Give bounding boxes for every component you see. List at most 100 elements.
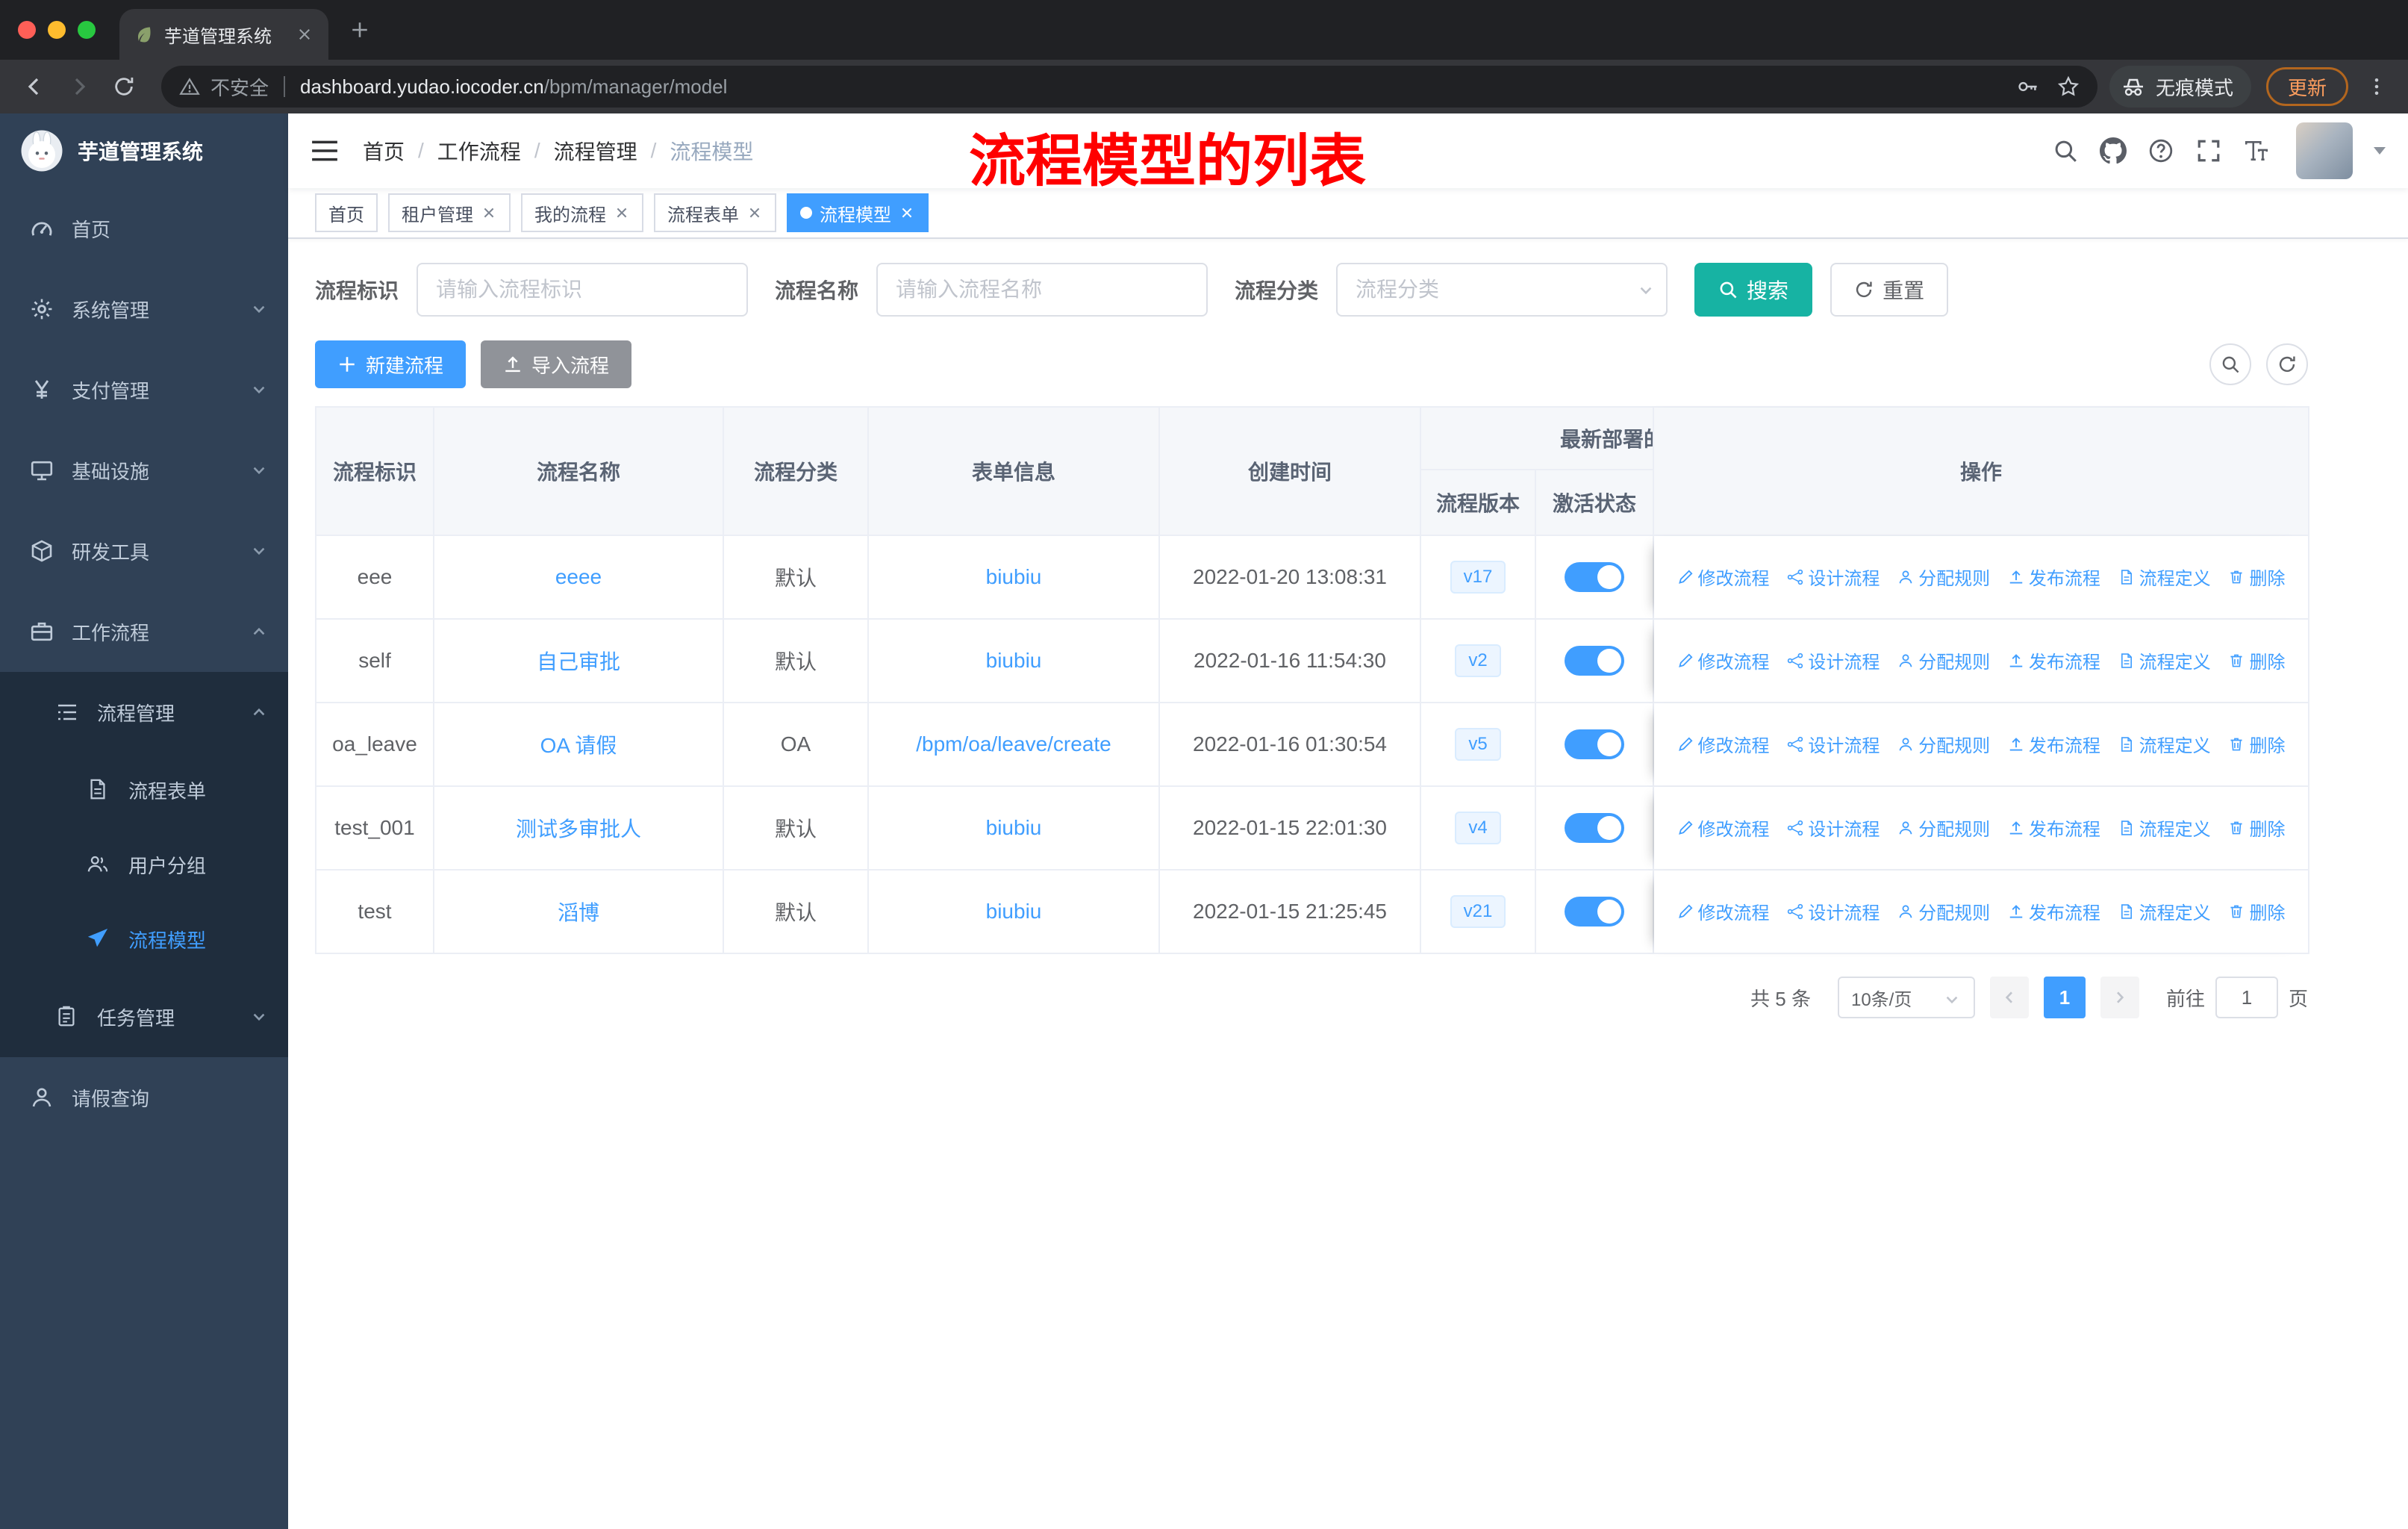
sidebar-item-process-form[interactable]: 流程表单	[0, 753, 288, 827]
action-delete-link[interactable]: 删除	[2228, 564, 2285, 590]
close-icon[interactable]	[899, 205, 915, 221]
action-delete-link[interactable]: 删除	[2228, 898, 2285, 924]
back-icon[interactable]	[15, 67, 54, 106]
action-publish-link[interactable]: 发布流程	[2008, 647, 2100, 673]
version-tag[interactable]: v4	[1455, 812, 1501, 844]
browser-tab[interactable]: 芋道管理系统	[119, 9, 328, 60]
version-tag[interactable]: v2	[1455, 644, 1501, 677]
font-size-icon[interactable]	[2241, 135, 2272, 166]
tag-process-form[interactable]: 流程表单	[654, 193, 776, 232]
process-name-link[interactable]: 测试多审批人	[434, 787, 724, 871]
active-toggle[interactable]	[1565, 646, 1624, 676]
refresh-table-button[interactable]	[2266, 343, 2308, 385]
version-tag[interactable]: v5	[1455, 728, 1501, 761]
category-select[interactable]	[1336, 263, 1668, 317]
tag-process-model[interactable]: 流程模型	[787, 193, 929, 232]
action-design-link[interactable]: 设计流程	[1787, 647, 1880, 673]
new-tab-button[interactable]	[343, 13, 376, 46]
action-definition-link[interactable]: 流程定义	[2118, 731, 2211, 757]
address-bar[interactable]: 不安全 dashboard.yudao.iocoder.cn/bpm/manag…	[161, 66, 2097, 108]
action-assign-link[interactable]: 分配规则	[1897, 898, 1990, 924]
sidebar-item-process-model[interactable]: 流程模型	[0, 902, 288, 977]
active-toggle[interactable]	[1565, 897, 1624, 927]
action-design-link[interactable]: 设计流程	[1787, 564, 1880, 590]
browser-menu-icon[interactable]	[2360, 70, 2393, 103]
form-info-link[interactable]: biubiu	[869, 871, 1160, 954]
process-name-input[interactable]	[876, 263, 1208, 317]
action-edit-link[interactable]: 修改流程	[1677, 815, 1770, 841]
action-publish-link[interactable]: 发布流程	[2008, 815, 2100, 841]
url-text[interactable]: dashboard.yudao.iocoder.cn/bpm/manager/m…	[300, 75, 727, 99]
sidebar-item-devtools[interactable]: 研发工具	[0, 511, 288, 591]
action-delete-link[interactable]: 删除	[2228, 647, 2285, 673]
form-info-link[interactable]: biubiu	[869, 787, 1160, 871]
reload-icon[interactable]	[105, 67, 143, 106]
import-process-button[interactable]: 导入流程	[481, 340, 632, 388]
close-icon[interactable]	[746, 205, 763, 221]
prev-page-button[interactable]	[1989, 977, 2029, 1018]
tag-my-process[interactable]: 我的流程	[521, 193, 643, 232]
sidebar-item-process-mgmt[interactable]: 流程管理	[0, 672, 288, 753]
form-info-link[interactable]: biubiu	[869, 620, 1160, 703]
action-edit-link[interactable]: 修改流程	[1677, 898, 1770, 924]
close-icon[interactable]	[481, 205, 497, 221]
version-tag[interactable]: v17	[1450, 561, 1506, 594]
action-design-link[interactable]: 设计流程	[1787, 731, 1880, 757]
action-publish-link[interactable]: 发布流程	[2008, 898, 2100, 924]
action-publish-link[interactable]: 发布流程	[2008, 731, 2100, 757]
tag-home[interactable]: 首页	[315, 193, 378, 232]
search-button[interactable]: 搜索	[1694, 263, 1813, 317]
version-tag[interactable]: v21	[1450, 895, 1506, 928]
user-avatar[interactable]	[2296, 122, 2353, 179]
action-delete-link[interactable]: 删除	[2228, 731, 2285, 757]
sidebar-item-leave-query[interactable]: 请假查询	[0, 1057, 288, 1138]
tab-close-icon[interactable]	[294, 24, 315, 45]
action-edit-link[interactable]: 修改流程	[1677, 564, 1770, 590]
key-icon[interactable]	[2017, 75, 2039, 98]
page-size-select[interactable]: 10条/页	[1837, 977, 1975, 1018]
active-toggle[interactable]	[1565, 813, 1624, 843]
update-button[interactable]: 更新	[2265, 67, 2348, 106]
form-info-link[interactable]: biubiu	[869, 536, 1160, 620]
breadcrumb-item[interactable]: 工作流程	[437, 136, 521, 166]
process-id-input[interactable]	[417, 263, 749, 317]
process-name-link[interactable]: eeee	[434, 536, 724, 620]
collapse-sidebar-icon[interactable]	[311, 138, 339, 164]
sidebar-item-home[interactable]: 首页	[0, 188, 288, 269]
action-edit-link[interactable]: 修改流程	[1677, 731, 1770, 757]
process-name-link[interactable]: OA 请假	[434, 703, 724, 787]
avatar-caret-icon[interactable]	[2374, 147, 2386, 155]
close-window-button[interactable]	[18, 21, 36, 39]
action-assign-link[interactable]: 分配规则	[1897, 564, 1990, 590]
action-definition-link[interactable]: 流程定义	[2118, 564, 2211, 590]
action-publish-link[interactable]: 发布流程	[2008, 564, 2100, 590]
action-design-link[interactable]: 设计流程	[1787, 815, 1880, 841]
goto-page-input[interactable]	[2215, 977, 2278, 1018]
search-icon[interactable]	[2050, 135, 2081, 166]
action-assign-link[interactable]: 分配规则	[1897, 815, 1990, 841]
breadcrumb-item[interactable]: 流程管理	[554, 136, 637, 166]
action-assign-link[interactable]: 分配规则	[1897, 647, 1990, 673]
app-logo[interactable]: 芋道管理系统	[0, 113, 288, 188]
active-toggle[interactable]	[1565, 729, 1624, 759]
create-process-button[interactable]: 新建流程	[315, 340, 467, 388]
active-toggle[interactable]	[1565, 562, 1624, 592]
sidebar-item-user-group[interactable]: 用户分组	[0, 827, 288, 902]
github-icon[interactable]	[2097, 135, 2129, 166]
bookmark-star-icon[interactable]	[2057, 75, 2080, 98]
incognito-badge[interactable]: 无痕模式	[2109, 66, 2251, 108]
minimize-window-button[interactable]	[48, 21, 66, 39]
form-info-link[interactable]: /bpm/oa/leave/create	[869, 703, 1160, 787]
action-definition-link[interactable]: 流程定义	[2118, 815, 2211, 841]
security-label[interactable]: 不安全	[210, 73, 269, 101]
breadcrumb-item[interactable]: 首页	[363, 136, 405, 166]
sidebar-item-workflow[interactable]: 工作流程	[0, 591, 288, 672]
action-delete-link[interactable]: 删除	[2228, 815, 2285, 841]
fullscreen-icon[interactable]	[2193, 135, 2224, 166]
sidebar-item-infra[interactable]: 基础设施	[0, 430, 288, 511]
sidebar-item-system[interactable]: 系统管理	[0, 269, 288, 349]
action-assign-link[interactable]: 分配规则	[1897, 731, 1990, 757]
action-definition-link[interactable]: 流程定义	[2118, 647, 2211, 673]
process-name-link[interactable]: 自己审批	[434, 620, 724, 703]
security-warning-icon[interactable]	[179, 76, 200, 97]
